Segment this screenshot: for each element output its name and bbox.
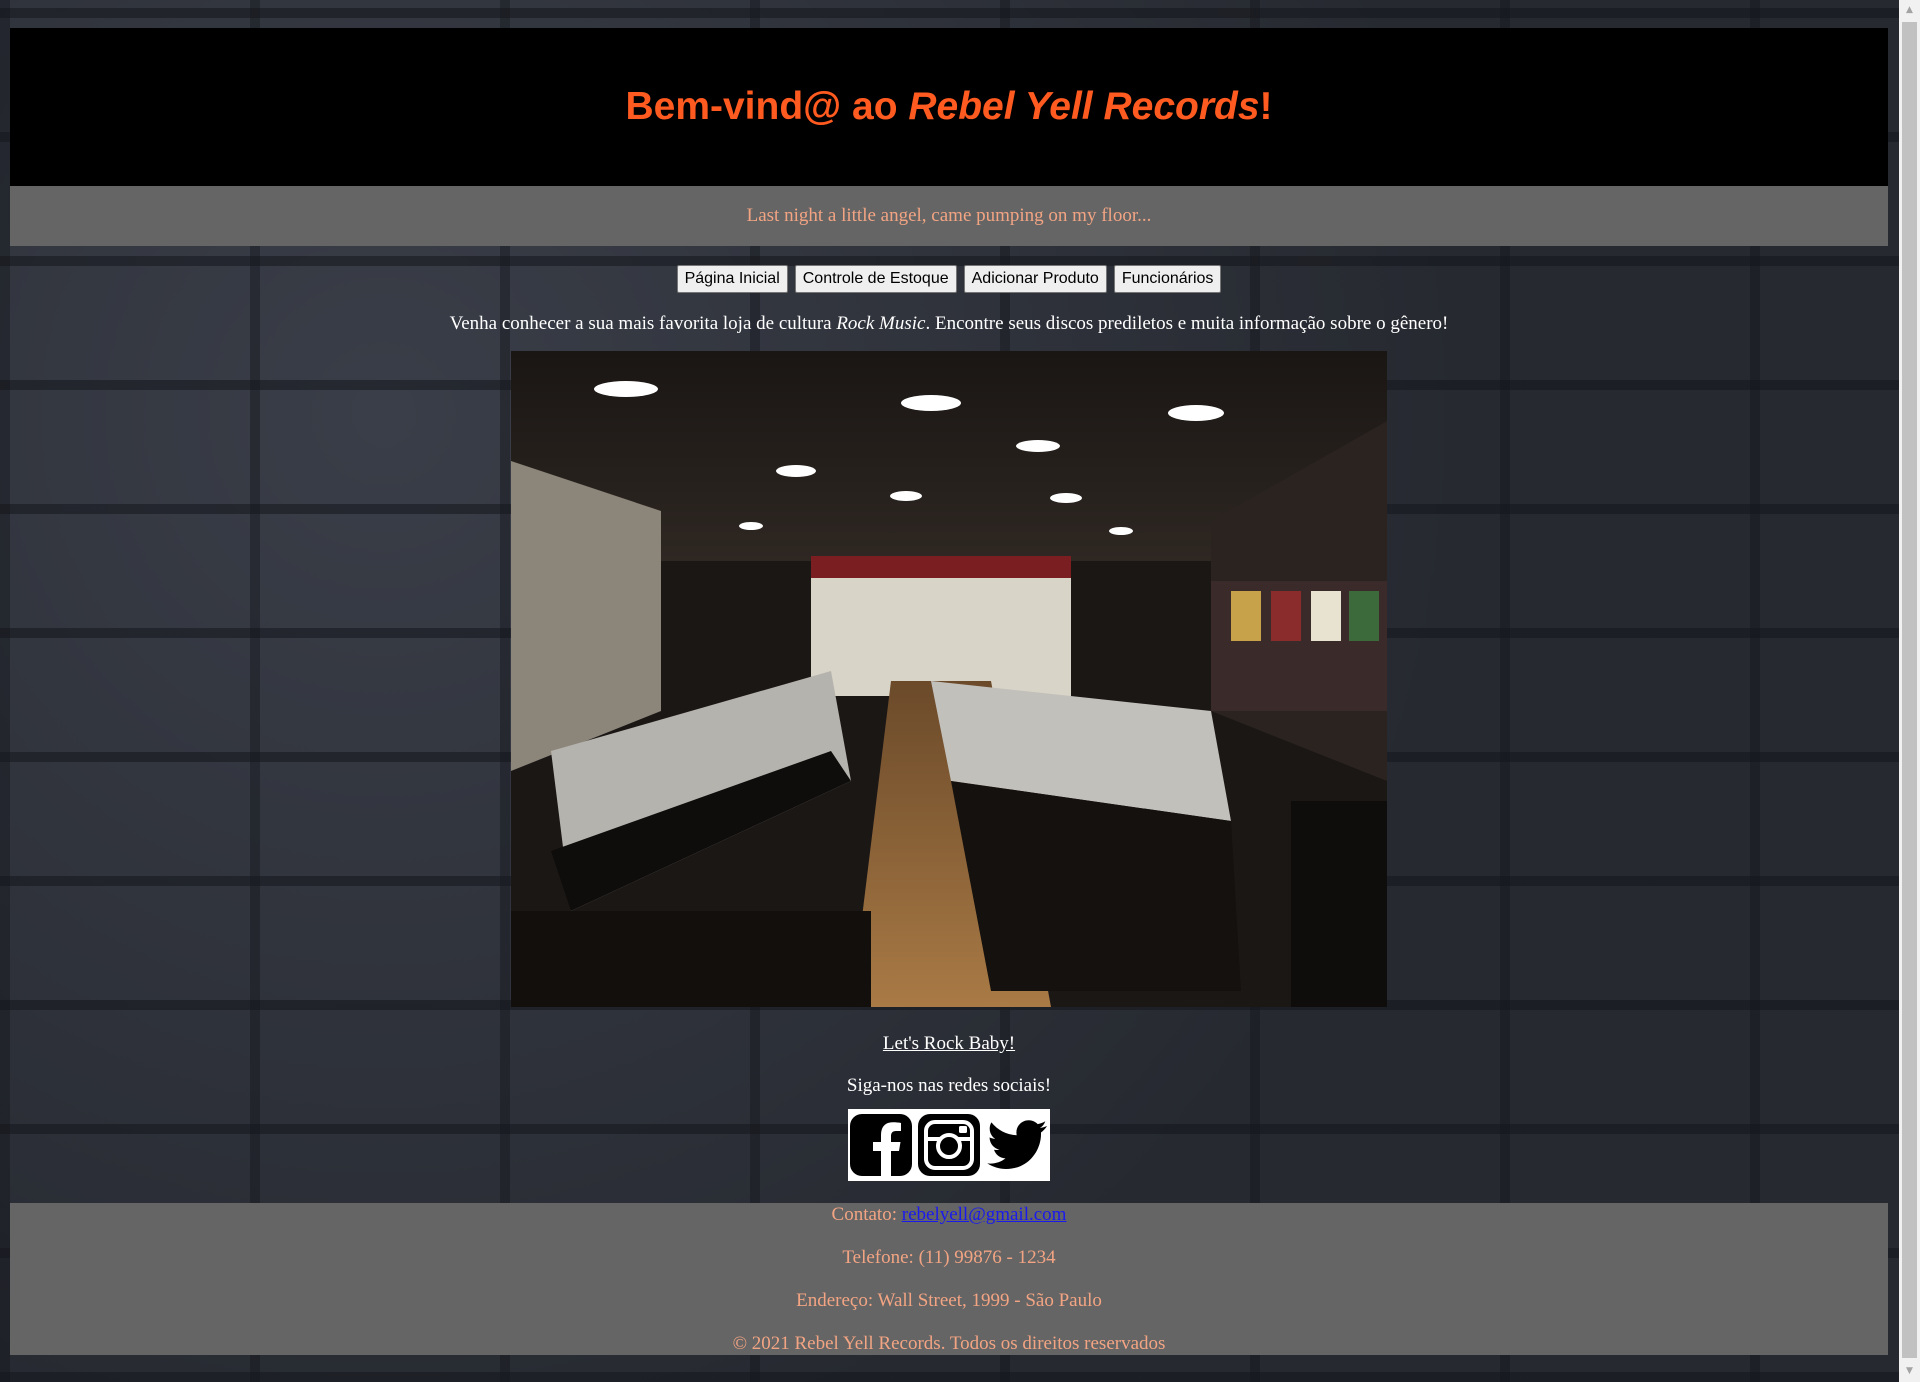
page-container: Bem-vind@ ao Rebel Yell Records! Last ni… [10, 28, 1888, 1355]
nav-button-pagina-inicial[interactable]: Página Inicial [676, 265, 788, 293]
scroll-up-arrow-icon[interactable]: ▲ [1899, 0, 1920, 21]
vertical-scrollbar[interactable]: ▲ ▼ [1899, 0, 1920, 1382]
copyright-line: © 2021 Rebel Yell Records. Todos os dire… [732, 1333, 1166, 1354]
nav-button-adicionar-produto[interactable]: Adicionar Produto [963, 265, 1107, 293]
page-body: { "header": { "title_prefix": "Bem-vind@… [0, 0, 1920, 1382]
social-icons [848, 1109, 1050, 1181]
scroll-down-arrow-icon[interactable]: ▼ [1899, 1361, 1920, 1382]
lets-rock-link[interactable]: Let's Rock Baby! [10, 1033, 1888, 1055]
contact-email-link[interactable]: rebelyell@gmail.com [902, 1204, 1067, 1225]
contact-label: Contato: [831, 1204, 902, 1225]
nav-button-controle-estoque[interactable]: Controle de Estoque [794, 265, 957, 293]
follow-us-text: Siga-nos nas redes sociais! [846, 1075, 1052, 1096]
title-suffix: ! [1259, 85, 1273, 128]
header-banner: Bem-vind@ ao Rebel Yell Records! [10, 28, 1888, 186]
twitter-icon[interactable] [985, 1113, 1049, 1177]
store-photo [511, 351, 1387, 1007]
scroll-thumb[interactable] [1902, 22, 1917, 1358]
site-footer: Contato: rebelyell@gmail.com Telefone: (… [10, 1203, 1888, 1355]
main-nav: Página Inicial Controle de Estoque Adici… [10, 265, 1888, 293]
title-brand: Rebel Yell Records [908, 85, 1260, 128]
intro-after: . Encontre seus discos prediletos e muit… [925, 313, 1449, 334]
intro-before: Venha conhecer a sua mais favorita loja … [449, 313, 837, 334]
nav-button-funcionarios[interactable]: Funcionários [1113, 265, 1222, 293]
address-line: Endereço: Wall Street, 1999 - São Paulo [796, 1290, 1102, 1311]
tagline-bar: Last night a little angel, came pumping … [10, 186, 1888, 246]
page-title: Bem-vind@ ao Rebel Yell Records! [625, 85, 1272, 129]
tagline: Last night a little angel, came pumping … [746, 205, 1152, 226]
title-prefix: Bem-vind@ ao [625, 85, 909, 128]
intro-text: Venha conhecer a sua mais favorita loja … [10, 313, 1888, 335]
contact-line: Contato: rebelyell@gmail.com [10, 1203, 1888, 1236]
site-header: Bem-vind@ ao Rebel Yell Records! Last ni… [10, 28, 1888, 246]
phone-line: Telefone: (11) 99876 - 1234 [842, 1247, 1056, 1268]
instagram-icon[interactable] [917, 1113, 981, 1177]
facebook-icon[interactable] [849, 1113, 913, 1177]
intro-emphasis: Rock Music [836, 313, 926, 334]
